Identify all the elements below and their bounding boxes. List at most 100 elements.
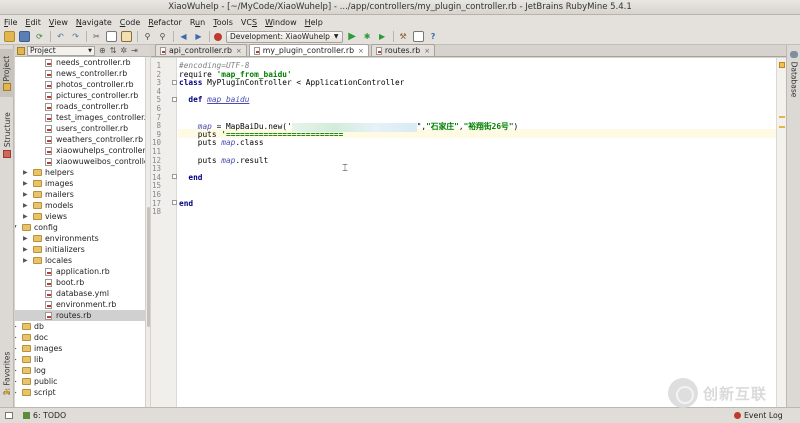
back-icon[interactable]: ◀ [178, 31, 189, 42]
editor-error-stripe[interactable] [776, 58, 786, 407]
fold-end-icon[interactable] [172, 200, 177, 206]
expanded-arrow-icon[interactable]: ▼ [15, 222, 17, 233]
menu-item[interactable]: Edit [25, 18, 41, 27]
hide-panel-icon[interactable]: ⇥ [131, 46, 138, 55]
tree-folder-row[interactable]: ▶ helpers [15, 167, 145, 178]
tree-file-row[interactable]: routes.rb [15, 310, 145, 321]
close-icon[interactable]: × [358, 46, 364, 56]
tree-file-row[interactable]: xiaowuhelps_controller.rb [15, 145, 145, 156]
tree-folder-row[interactable]: ▶ lib [15, 354, 145, 365]
tree-file-row[interactable]: test_images_controller.rb [15, 112, 145, 123]
menu-item[interactable]: Run [190, 18, 205, 27]
structure-icon[interactable] [412, 31, 424, 42]
todo-tool-button[interactable]: 6: TODO [23, 411, 66, 420]
warning-marker[interactable] [779, 116, 785, 118]
collapsed-arrow-icon[interactable]: ▶ [23, 244, 28, 255]
editor-tab[interactable]: my_plugin_controller.rb × [248, 44, 369, 56]
tree-file-row[interactable]: needs_controller.rb [15, 57, 145, 68]
menu-item[interactable]: File [4, 18, 17, 27]
editor-tab[interactable]: routes.rb × [370, 44, 436, 56]
forward-icon[interactable]: ▶ [193, 31, 204, 42]
debug-icon[interactable]: ✱ [362, 31, 373, 42]
tree-folder-row[interactable]: ▶ doc [15, 332, 145, 343]
menu-item[interactable]: Window [265, 18, 297, 27]
collapsed-arrow-icon[interactable]: ▶ [23, 167, 28, 178]
code-editor[interactable]: 1 2 3 4 5 6 7 8 9 10 11 12 13 14 15 16 17 18 ⌶ #encoding=… [151, 58, 776, 407]
tree-folder-row[interactable]: ▶ images [15, 343, 145, 354]
tree-file-row[interactable]: roads_controller.rb [15, 101, 145, 112]
tree-folder-row[interactable]: ▶ initializers [15, 244, 145, 255]
tree-folder-row[interactable]: ▶ log [15, 365, 145, 376]
tree-file-row[interactable]: photos_controller.rb [15, 79, 145, 90]
collapsed-arrow-icon[interactable]: ▶ [23, 178, 28, 189]
tree-file-row[interactable]: news_controller.rb [15, 68, 145, 79]
collapse-all-icon[interactable]: ⇅ [110, 46, 117, 55]
sync-target-icon[interactable]: ⊕ [99, 46, 106, 55]
copy-icon[interactable] [106, 31, 117, 42]
undo-icon[interactable]: ↶ [55, 31, 66, 42]
close-icon[interactable]: × [236, 46, 242, 56]
fold-end-icon[interactable] [172, 174, 177, 180]
save-icon[interactable] [19, 31, 30, 42]
tree-file-row[interactable]: boot.rb [15, 277, 145, 288]
fold-method-icon[interactable] [172, 96, 177, 102]
warning-marker[interactable] [779, 126, 785, 128]
tree-file-row[interactable]: users_controller.rb [15, 123, 145, 134]
menu-item[interactable]: Code [120, 18, 141, 27]
settings-icon[interactable]: ⚒ [398, 31, 409, 42]
collapsed-arrow-icon[interactable]: ▶ [23, 189, 28, 200]
menu-item[interactable]: VCS [241, 18, 257, 27]
collapsed-arrow-icon[interactable]: ▶ [15, 376, 17, 387]
tree-folder-row[interactable]: ▼ config [15, 222, 145, 233]
tree-folder-row[interactable]: ▶ db [15, 321, 145, 332]
event-log-button[interactable]: Event Log [734, 411, 783, 420]
collapsed-arrow-icon[interactable]: ▶ [15, 387, 17, 398]
tree-folder-row[interactable]: ▶ environments [15, 233, 145, 244]
scrollbar-thumb[interactable] [147, 207, 150, 327]
run-icon[interactable]: ▶ [347, 31, 358, 42]
collapsed-arrow-icon[interactable]: ▶ [23, 233, 28, 244]
tree-file-row[interactable]: database.yml [15, 288, 145, 299]
collapsed-arrow-icon[interactable]: ▶ [15, 321, 17, 332]
tree-file-row[interactable]: application.rb [15, 266, 145, 277]
find-icon[interactable]: ⚲ [142, 31, 153, 42]
menu-item[interactable]: Navigate [76, 18, 112, 27]
tree-folder-row[interactable]: ▶ public [15, 376, 145, 387]
project-tree-scrollbar[interactable] [145, 57, 150, 407]
fold-class-icon[interactable] [172, 79, 177, 85]
help-icon[interactable]: ? [428, 31, 439, 42]
cut-icon[interactable]: ✂ [91, 31, 102, 42]
collapsed-arrow-icon[interactable]: ▶ [15, 365, 17, 376]
tree-folder-row[interactable]: ▶ script [15, 387, 145, 398]
tree-folder-row[interactable]: ▶ images [15, 178, 145, 189]
tree-file-row[interactable]: environment.rb [15, 299, 145, 310]
collapsed-arrow-icon[interactable]: ▶ [23, 200, 28, 211]
collapsed-arrow-icon[interactable]: ▶ [23, 211, 28, 222]
editor-tab[interactable]: api_controller.rb × [155, 44, 247, 56]
inspection-status-icon[interactable] [779, 62, 785, 68]
paste-icon[interactable] [121, 31, 132, 42]
menu-item[interactable]: Help [305, 18, 323, 27]
tree-folder-row[interactable]: ▶ mailers [15, 189, 145, 200]
sync-icon[interactable]: ⟳ [34, 31, 45, 42]
collapsed-arrow-icon[interactable]: ▶ [23, 255, 28, 266]
database-tool-tab[interactable]: Database [787, 59, 800, 99]
project-view-select[interactable]: Project ▼ [27, 45, 95, 56]
collapsed-arrow-icon[interactable]: ▶ [15, 332, 17, 343]
replace-icon[interactable]: ⚲ [157, 31, 168, 42]
collapsed-arrow-icon[interactable]: ▶ [15, 354, 17, 365]
tree-file-row[interactable]: xiaowuweibos_controller.rb [15, 156, 145, 167]
tree-file-row[interactable]: weathers_controller.rb [15, 134, 145, 145]
tree-folder-row[interactable]: ▶ views [15, 211, 145, 222]
menu-item[interactable]: View [49, 18, 68, 27]
tree-folder-row[interactable]: ▶ models [15, 200, 145, 211]
menu-item[interactable]: Refactor [148, 18, 182, 27]
settings-gear-icon[interactable]: ✲ [120, 46, 127, 55]
run-coverage-icon[interactable]: ▶ [377, 31, 388, 42]
open-folder-icon[interactable] [4, 31, 15, 42]
tree-file-row[interactable]: pictures_controller.rb [15, 90, 145, 101]
collapsed-arrow-icon[interactable]: ▶ [15, 343, 17, 354]
menu-item[interactable]: Tools [213, 18, 233, 27]
close-icon[interactable]: × [424, 46, 430, 56]
tree-folder-row[interactable]: ▶ locales [15, 255, 145, 266]
